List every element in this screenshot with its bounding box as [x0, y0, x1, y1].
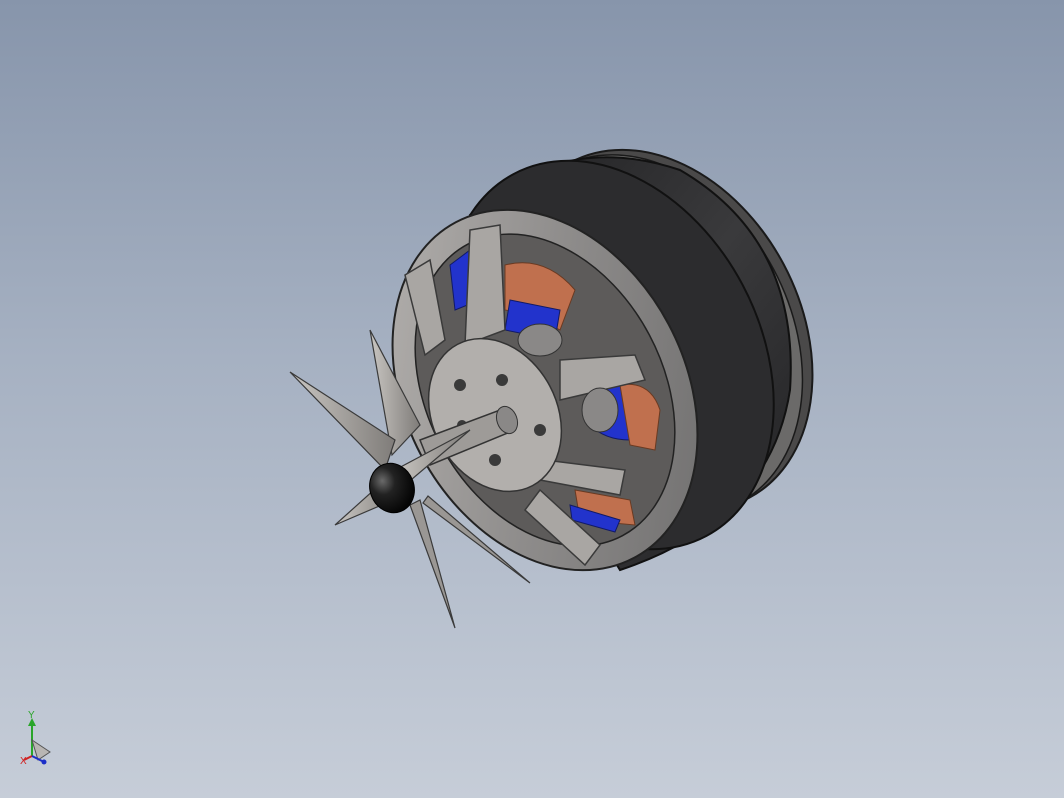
model-viewport[interactable] [0, 0, 1064, 798]
axis-x-label: X [20, 756, 27, 767]
orientation-triad: Y X [20, 710, 51, 767]
axis-z-dot [41, 759, 47, 765]
